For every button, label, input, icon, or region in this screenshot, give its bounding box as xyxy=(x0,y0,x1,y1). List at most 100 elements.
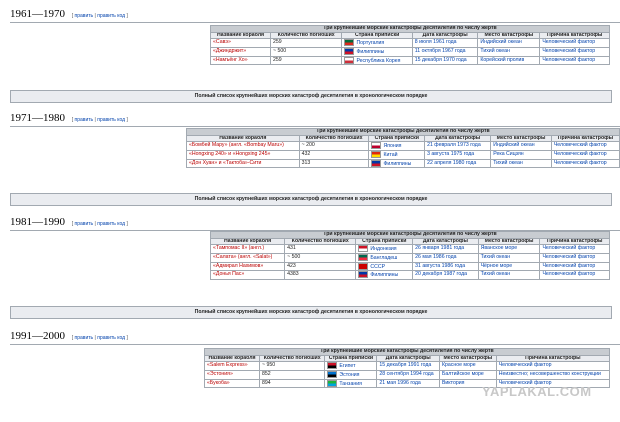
country-link[interactable]: Филиппины xyxy=(356,49,384,55)
date-link[interactable]: 8 июля 1961 года xyxy=(415,40,457,45)
place-link[interactable]: Яванское море xyxy=(481,246,518,251)
edit-link[interactable]: править xyxy=(75,221,94,227)
cause-link[interactable]: Человеческий фактор xyxy=(542,40,595,45)
name-link[interactable]: «Донья Пас» xyxy=(213,272,244,277)
date-cell: 22 апреля 1980 года xyxy=(424,158,492,169)
place-link[interactable]: Виктория xyxy=(442,380,464,385)
edit-source-link[interactable]: править код xyxy=(97,221,125,227)
name-link[interactable]: «Букоба» xyxy=(207,380,230,385)
name-link[interactable]: «Salem Express» xyxy=(207,363,248,368)
name-cell: «Джиндржит» xyxy=(209,47,272,57)
country-link[interactable]: Португалия xyxy=(356,40,384,46)
name-cell: «Salem Express» xyxy=(204,361,260,372)
date-link[interactable]: 28 сентября 1994 года xyxy=(379,371,433,376)
country-cell: СССР xyxy=(355,261,414,272)
place-link[interactable]: Тихий океан xyxy=(480,48,510,53)
place-link[interactable]: Тихий океан xyxy=(493,160,523,165)
name-link[interactable]: «Джиндржит» xyxy=(213,48,246,53)
edit-source-link[interactable]: править код xyxy=(97,335,125,341)
cause-link[interactable]: Человеческий фактор xyxy=(554,151,607,156)
place-link[interactable]: Чёрное море xyxy=(481,263,513,268)
date-link[interactable]: 11 октября 1967 года xyxy=(415,48,466,53)
country-link[interactable]: Индонезия xyxy=(370,246,396,252)
cause-link[interactable]: Человеческий фактор xyxy=(542,263,595,268)
place-link[interactable]: Индийский океан xyxy=(493,143,534,148)
name-link[interactable]: «Бомбей Мару» (англ. «Bombay Maru») xyxy=(189,143,284,148)
name-link[interactable]: «Hongxing 240» и «Hongxing 245» xyxy=(189,151,270,156)
date-link[interactable]: 31 августа 1986 года xyxy=(415,263,465,268)
date-link[interactable]: 26 мая 1986 года xyxy=(415,254,456,259)
date-link[interactable]: 22 апреля 1980 года xyxy=(427,160,476,165)
country-link[interactable]: Египет xyxy=(339,363,355,369)
place-link[interactable]: Красное море xyxy=(442,363,476,368)
country-link[interactable]: Танзания xyxy=(339,381,362,387)
edit-source-link[interactable]: править код xyxy=(97,117,125,123)
cause-link[interactable]: Человеческий фактор xyxy=(542,246,595,251)
edit-link[interactable]: править xyxy=(75,117,94,123)
cause-link[interactable]: Человеческий фактор xyxy=(554,143,607,148)
country-link[interactable]: Филиппины xyxy=(370,272,398,278)
date-link[interactable]: 3 августа 1975 года xyxy=(427,151,474,156)
section-title: 1991—2000 xyxy=(10,330,65,342)
deaths-cell: 259 xyxy=(270,55,343,66)
edit-link[interactable]: править xyxy=(75,335,94,341)
full-list-navbox[interactable]: Полный список крупнейших морских катастр… xyxy=(10,90,612,103)
country-link[interactable]: СССР xyxy=(370,264,385,270)
place-cell: Красное море xyxy=(438,361,497,372)
name-link[interactable]: «Савэ» xyxy=(213,40,231,45)
country-cell: Португалия xyxy=(341,38,413,49)
date-cell: 15 декабря 1970 года xyxy=(411,55,479,66)
deaths-cell: ~ 200 xyxy=(298,141,370,152)
place-link[interactable]: Тихий океан xyxy=(481,254,511,259)
cause-link[interactable]: Неизвестно; несовершенство конструкции xyxy=(499,371,601,376)
country-link[interactable]: Бангладеш xyxy=(370,255,397,261)
date-link[interactable]: 15 декабря 1970 года xyxy=(415,57,467,62)
country-link[interactable]: Япония xyxy=(383,143,401,149)
name-cell: «Салата» (англ. «Salat») xyxy=(209,253,286,263)
cause-link[interactable]: Человеческий фактор xyxy=(499,363,552,368)
country-cell: Индонезия xyxy=(355,244,414,255)
cause-link[interactable]: Человеческий фактор xyxy=(542,272,595,277)
date-link[interactable]: 21 мая 1996 года xyxy=(379,380,420,385)
decade-section-1961-1970: 1961—1970 [ править | править код ] Три … xyxy=(10,6,620,106)
table-row: «Джиндржит» ~ 500 Филиппины 11 октября 1967… xyxy=(209,47,610,57)
country-link[interactable]: Эстония xyxy=(339,372,359,378)
philippines-flag-icon xyxy=(358,271,369,279)
name-link[interactable]: «Намъёнг Хо» xyxy=(213,57,248,62)
place-link[interactable]: Корейский пролив xyxy=(480,57,524,62)
column-header: Страна приписки xyxy=(341,31,413,40)
name-link[interactable]: «Тампомас II» (англ.) xyxy=(213,246,264,251)
country-link[interactable]: Республика Корея xyxy=(356,58,400,64)
cause-link[interactable]: Человеческий фактор xyxy=(554,160,607,165)
date-cell: 31 августа 1986 года xyxy=(412,261,479,272)
cause-cell: Человеческий фактор xyxy=(539,261,610,272)
cause-link[interactable]: Человеческий фактор xyxy=(542,254,595,259)
place-link[interactable]: Индийский океан xyxy=(480,40,521,45)
full-list-navbox[interactable]: Полный список крупнейших морских катастр… xyxy=(10,193,612,206)
table-row: «Бомбей Мару» (англ. «Bombay Maru») ~ 200… xyxy=(186,141,620,152)
column-header: Название корабля xyxy=(204,354,260,363)
place-link[interactable]: Река Сицзян xyxy=(493,151,523,156)
column-header: Место катастрофы xyxy=(490,134,552,143)
edit-link[interactable]: править xyxy=(75,13,94,19)
column-header: Название корабля xyxy=(209,237,286,246)
place-link[interactable]: Тихий океан xyxy=(481,272,511,277)
edit-source-link[interactable]: править код xyxy=(97,13,125,19)
name-cell: «Донья Пас» xyxy=(209,270,286,280)
date-link[interactable]: 20 декабря 1987 года xyxy=(415,272,467,277)
name-link[interactable]: «Эстония» xyxy=(207,371,233,376)
cause-link[interactable]: Человеческий фактор xyxy=(542,48,595,53)
full-list-navbox[interactable]: Полный список крупнейших морских катастр… xyxy=(10,306,612,319)
country-link[interactable]: Китай xyxy=(383,152,397,158)
column-header: Страна приписки xyxy=(324,354,378,363)
cause-link[interactable]: Человеческий фактор xyxy=(542,57,595,62)
name-link[interactable]: «Дон Хуан» и «Тактоба»-Сити xyxy=(189,160,261,165)
date-link[interactable]: 15 декабря 1991 года xyxy=(379,363,431,368)
place-link[interactable]: Балтийское море xyxy=(442,371,484,376)
country-link[interactable]: Филиппины xyxy=(383,161,411,167)
edit-links: [ править | править код ] xyxy=(71,221,128,227)
name-link[interactable]: «Адмирал Нахимов» xyxy=(213,263,263,268)
name-link[interactable]: «Салата» (англ. «Salat») xyxy=(213,254,272,259)
date-link[interactable]: 26 января 1981 года xyxy=(415,246,464,251)
date-link[interactable]: 21 февраля 1973 года xyxy=(427,143,481,148)
